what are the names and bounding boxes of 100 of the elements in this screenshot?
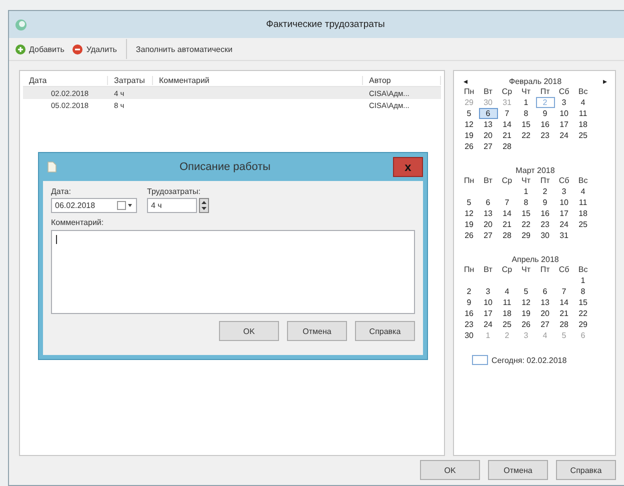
- calendar-day[interactable]: 2: [536, 186, 555, 197]
- calendar-day[interactable]: 20: [478, 130, 498, 141]
- calendar-day[interactable]: 14: [554, 297, 574, 308]
- calendar-day[interactable]: 16: [536, 208, 555, 219]
- calendar-day[interactable]: 3: [554, 186, 574, 197]
- toolbar-button[interactable]: Добавить: [12, 42, 68, 56]
- calendar-day[interactable]: 1: [516, 97, 536, 108]
- calendar-day[interactable]: 5: [460, 197, 479, 208]
- calendar-day[interactable]: 2: [460, 286, 479, 297]
- calendar-day[interactable]: 25: [574, 219, 593, 230]
- calendar-day[interactable]: 3: [478, 286, 498, 297]
- calendar-day[interactable]: 21: [498, 219, 517, 230]
- calendar-day[interactable]: 17: [554, 119, 574, 130]
- calendar-day[interactable]: 8: [574, 286, 593, 297]
- comment-field[interactable]: [51, 230, 415, 314]
- calendar-day[interactable]: 17: [478, 308, 498, 319]
- calendar-day[interactable]: 18: [574, 208, 593, 219]
- calendar-day[interactable]: 7: [498, 108, 517, 119]
- calendar-day[interactable]: 23: [460, 319, 479, 330]
- calendar-day[interactable]: 28: [554, 319, 574, 330]
- calendar-day[interactable]: 6: [536, 286, 555, 297]
- calendar-day[interactable]: 9: [536, 197, 555, 208]
- calendar-day[interactable]: 13: [478, 119, 498, 130]
- close-button[interactable]: x: [393, 157, 423, 177]
- calendar-day[interactable]: 9: [536, 108, 555, 119]
- today-label[interactable]: Сегодня: 02.02.2018: [492, 356, 567, 364]
- calendar-day[interactable]: 11: [574, 108, 593, 119]
- toolbar-button[interactable]: Заполнить автоматически: [132, 42, 236, 56]
- effort-field[interactable]: 4 ч: [147, 198, 197, 213]
- calendar-day[interactable]: 4: [574, 97, 593, 108]
- calendar-day[interactable]: 10: [554, 108, 574, 119]
- calendar-day[interactable]: 11: [574, 197, 593, 208]
- calendar-day[interactable]: 1: [516, 186, 536, 197]
- calendar-day[interactable]: 25: [498, 319, 517, 330]
- calendar-day[interactable]: 20: [478, 219, 498, 230]
- calendar-day[interactable]: 7: [498, 197, 517, 208]
- calendar-day[interactable]: 30: [536, 230, 555, 241]
- calendar-day[interactable]: 26: [460, 230, 479, 241]
- calendar-day[interactable]: 6: [478, 108, 498, 119]
- dialog-button[interactable]: OK: [219, 321, 279, 341]
- calendar-day[interactable]: 15: [516, 208, 536, 219]
- calendar-day[interactable]: 4: [498, 286, 517, 297]
- calendar-day[interactable]: 23: [536, 130, 555, 141]
- calendar-day[interactable]: 26: [460, 141, 479, 152]
- calendar-day[interactable]: 5: [460, 108, 479, 119]
- calendar-day[interactable]: 10: [554, 197, 574, 208]
- calendar-day[interactable]: 29: [516, 230, 536, 241]
- calendar-day[interactable]: 28: [498, 141, 517, 152]
- dialog-button[interactable]: Отмена: [287, 321, 347, 341]
- calendar-day[interactable]: 9: [460, 297, 479, 308]
- calendar-day[interactable]: 13: [536, 297, 555, 308]
- date-field[interactable]: 06.02.2018: [51, 198, 137, 213]
- calendar-day[interactable]: 15: [516, 119, 536, 130]
- dialog-button[interactable]: Справка: [355, 321, 415, 341]
- toolbar-button[interactable]: Удалить: [69, 42, 120, 56]
- calendar-day[interactable]: 24: [478, 319, 498, 330]
- calendar-day[interactable]: 14: [498, 208, 517, 219]
- calendar-day[interactable]: 17: [554, 208, 574, 219]
- calendar-day[interactable]: 6: [478, 197, 498, 208]
- calendar-day[interactable]: 24: [554, 219, 574, 230]
- calendar-day[interactable]: 12: [516, 297, 536, 308]
- calendar-day[interactable]: 18: [574, 119, 593, 130]
- calendar-day[interactable]: 27: [478, 141, 498, 152]
- calendar-day[interactable]: 14: [498, 119, 517, 130]
- calendar-day[interactable]: 11: [498, 297, 517, 308]
- column-header[interactable]: Комментарий: [153, 76, 363, 84]
- calendar-day[interactable]: 20: [536, 308, 555, 319]
- calendar-day[interactable]: 29: [574, 319, 593, 330]
- calendar-day[interactable]: 22: [516, 130, 536, 141]
- column-header[interactable]: Затраты: [108, 76, 153, 84]
- dialog-button[interactable]: OK: [420, 460, 480, 480]
- calendar-day[interactable]: 22: [516, 219, 536, 230]
- calendar-day[interactable]: 22: [574, 308, 593, 319]
- calendar-day[interactable]: 21: [498, 130, 517, 141]
- calendar-day[interactable]: 27: [536, 319, 555, 330]
- calendar-day[interactable]: 19: [516, 308, 536, 319]
- calendar-day[interactable]: 25: [574, 130, 593, 141]
- calendar-day[interactable]: 10: [478, 297, 498, 308]
- calendar-day[interactable]: 27: [478, 230, 498, 241]
- calendar-day[interactable]: 24: [554, 130, 574, 141]
- next-month-button[interactable]: ▸: [603, 77, 607, 86]
- calendar-day[interactable]: 5: [516, 286, 536, 297]
- calendar-day[interactable]: 21: [554, 308, 574, 319]
- calendar-day[interactable]: 19: [460, 219, 479, 230]
- calendar-day[interactable]: 28: [498, 230, 517, 241]
- calendar-day[interactable]: 8: [516, 108, 536, 119]
- calendar-day[interactable]: 16: [536, 119, 555, 130]
- dialog-button[interactable]: Отмена: [488, 460, 548, 480]
- spin-buttons-icon[interactable]: [199, 198, 209, 213]
- calendar-day[interactable]: 15: [574, 297, 593, 308]
- calendar-day[interactable]: 19: [460, 130, 479, 141]
- calendar-day[interactable]: 4: [574, 186, 593, 197]
- calendar-day[interactable]: 13: [478, 208, 498, 219]
- column-header[interactable]: Автор: [363, 76, 441, 84]
- dialog-button[interactable]: Справка: [556, 460, 616, 480]
- calendar-day[interactable]: 16: [460, 308, 479, 319]
- calendar-day[interactable]: 26: [516, 319, 536, 330]
- calendar-day[interactable]: 12: [460, 119, 479, 130]
- previous-month-button[interactable]: ◂: [464, 77, 468, 86]
- calendar-day[interactable]: 7: [554, 286, 574, 297]
